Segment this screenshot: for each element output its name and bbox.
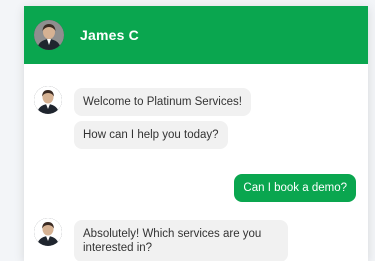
agent-message: Absolutely! Which services are you inter… <box>74 220 288 261</box>
agent-avatar <box>34 20 64 50</box>
agent-message: Welcome to Platinum Services! <box>74 88 251 116</box>
agent-avatar <box>34 218 62 246</box>
message-group: Welcome to Platinum Services! How can I … <box>34 86 251 149</box>
agent-message: How can I help you today? <box>74 121 228 149</box>
message-group: Absolutely! Which services are you inter… <box>34 218 288 261</box>
user-message: Can I book a demo? <box>234 174 356 202</box>
user-message-row: Can I book a demo? <box>234 174 356 202</box>
agent-avatar <box>34 86 62 114</box>
chat-window: James C Welcome to Platinum Services! Ho… <box>24 6 368 261</box>
chat-header: James C <box>24 6 368 64</box>
message-list: Welcome to Platinum Services! How can I … <box>24 64 368 261</box>
agent-name: James C <box>80 27 139 43</box>
